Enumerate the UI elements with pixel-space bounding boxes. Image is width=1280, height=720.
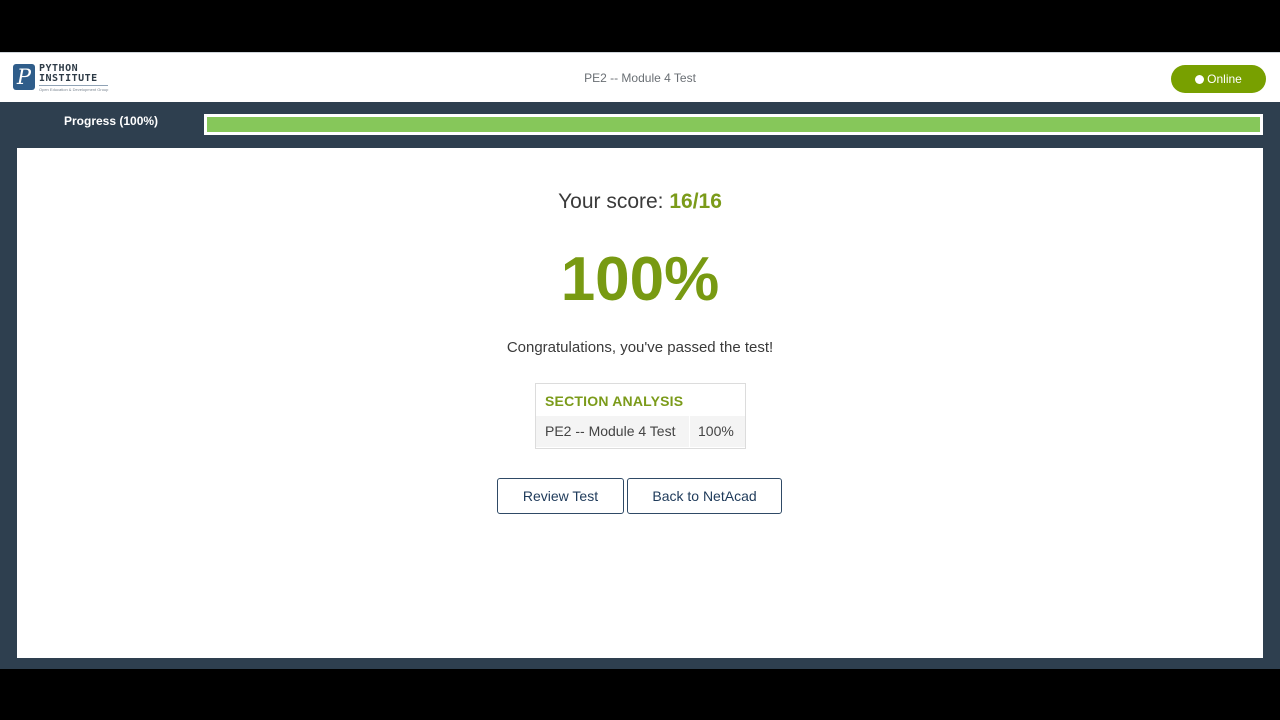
progress-label: Progress (100%) bbox=[64, 114, 159, 128]
review-test-button[interactable]: Review Test bbox=[497, 478, 624, 514]
section-analysis-heading: SECTION ANALYSIS bbox=[545, 393, 684, 409]
header-bar: P PYTHON INSTITUTE Open Education & Deve… bbox=[0, 52, 1280, 102]
score-line: Your score: 16/16 bbox=[17, 190, 1263, 214]
section-name: PE2 -- Module 4 Test bbox=[545, 423, 676, 439]
back-to-netacad-button[interactable]: Back to NetAcad bbox=[627, 478, 782, 514]
page-title: PE2 -- Module 4 Test bbox=[584, 71, 696, 85]
score-value: 16/16 bbox=[669, 190, 722, 213]
online-status-label: Online bbox=[1207, 72, 1242, 86]
score-percentage: 100% bbox=[560, 245, 720, 314]
pass-message: Congratulations, you've passed the test! bbox=[506, 339, 774, 356]
cell-divider bbox=[689, 416, 690, 447]
table-row: PE2 -- Module 4 Test 100% bbox=[536, 416, 745, 447]
online-dot-icon bbox=[1195, 75, 1205, 84]
progress-bar-fill bbox=[207, 117, 1260, 132]
progress-bar bbox=[204, 114, 1263, 135]
results-card: Your score: 16/16 100% Congratulations, … bbox=[17, 148, 1263, 658]
bottom-letterbox bbox=[0, 669, 1280, 720]
section-analysis-table: SECTION ANALYSIS PE2 -- Module 4 Test 10… bbox=[535, 383, 746, 449]
section-score: 100% bbox=[698, 423, 734, 439]
score-prefix: Your score: bbox=[558, 190, 664, 213]
online-status-badge[interactable]: Online bbox=[1171, 65, 1266, 93]
test-results-page: P PYTHON INSTITUTE Open Education & Deve… bbox=[0, 52, 1280, 669]
top-letterbox bbox=[0, 0, 1280, 52]
